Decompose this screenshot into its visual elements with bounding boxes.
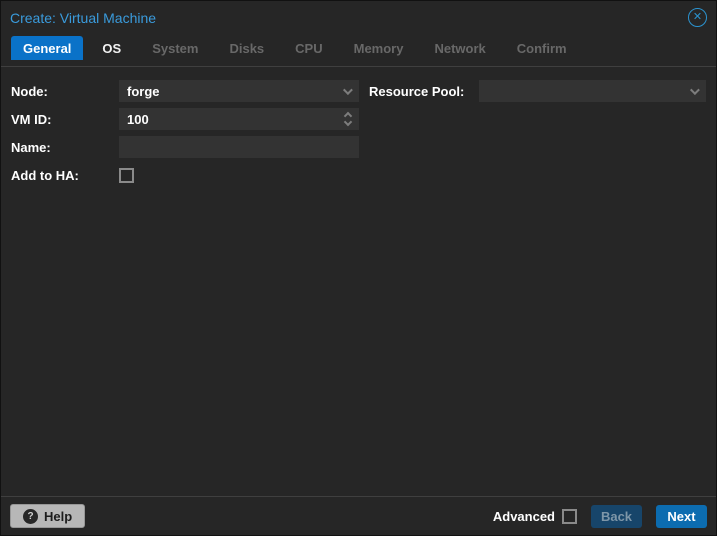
form-right-column: Resource Pool: <box>369 80 706 108</box>
back-button: Back <box>591 504 642 528</box>
help-button[interactable]: ? Help <box>10 504 86 528</box>
ha-row: Add to HA: <box>11 164 359 186</box>
dialog-titlebar: Create: Virtual Machine ✕ <box>1 1 716 34</box>
wizard-tabbar: General OS System Disks CPU Memory Netwo… <box>1 34 716 67</box>
ha-label: Add to HA: <box>11 167 79 183</box>
dialog-footer: ? Help Advanced Back Next <box>1 496 716 535</box>
close-icon[interactable]: ✕ <box>688 8 707 27</box>
node-value: forge <box>127 83 160 99</box>
create-vm-dialog: Create: Virtual Machine ✕ General OS Sys… <box>0 0 717 536</box>
tab-memory: Memory <box>353 40 404 56</box>
tab-cpu: CPU <box>295 40 323 56</box>
vmid-row: VM ID: 100 <box>11 108 359 130</box>
chevron-down-icon <box>689 85 700 96</box>
question-circle-icon: ? <box>23 508 38 524</box>
name-field-wrap <box>119 136 359 158</box>
name-label: Name: <box>11 139 51 155</box>
resource-pool-row: Resource Pool: <box>369 80 706 102</box>
general-tab-panel: Node: forge VM ID: 100 Name: Add to HA: … <box>1 67 716 496</box>
vmid-label: VM ID: <box>11 111 52 127</box>
add-to-ha-checkbox[interactable] <box>119 167 134 183</box>
spinner-down-icon[interactable] <box>343 117 353 127</box>
tab-general[interactable]: General <box>11 36 84 60</box>
vmid-spinner[interactable]: 100 <box>119 108 359 130</box>
help-button-label: Help <box>44 508 73 524</box>
chevron-down-icon <box>342 85 353 96</box>
resource-pool-label: Resource Pool: <box>369 83 465 99</box>
node-row: Node: forge <box>11 80 359 102</box>
advanced-label: Advanced <box>492 508 555 524</box>
tab-confirm: Confirm <box>516 40 567 56</box>
dialog-title: Create: Virtual Machine <box>10 9 157 26</box>
advanced-checkbox[interactable] <box>562 508 577 524</box>
resource-pool-combobox[interactable] <box>479 80 706 102</box>
next-button[interactable]: Next <box>656 504 707 528</box>
name-input[interactable] <box>127 136 337 158</box>
node-combobox[interactable]: forge <box>119 80 359 102</box>
name-row: Name: <box>11 136 359 158</box>
vmid-value: 100 <box>127 111 149 127</box>
tab-system: System <box>152 40 199 56</box>
node-label: Node: <box>11 83 48 99</box>
tab-disks: Disks <box>229 40 265 56</box>
form-left-column: Node: forge VM ID: 100 Name: Add to HA: <box>11 80 359 192</box>
tab-os[interactable]: OS <box>90 36 133 60</box>
tab-network: Network <box>434 40 486 56</box>
